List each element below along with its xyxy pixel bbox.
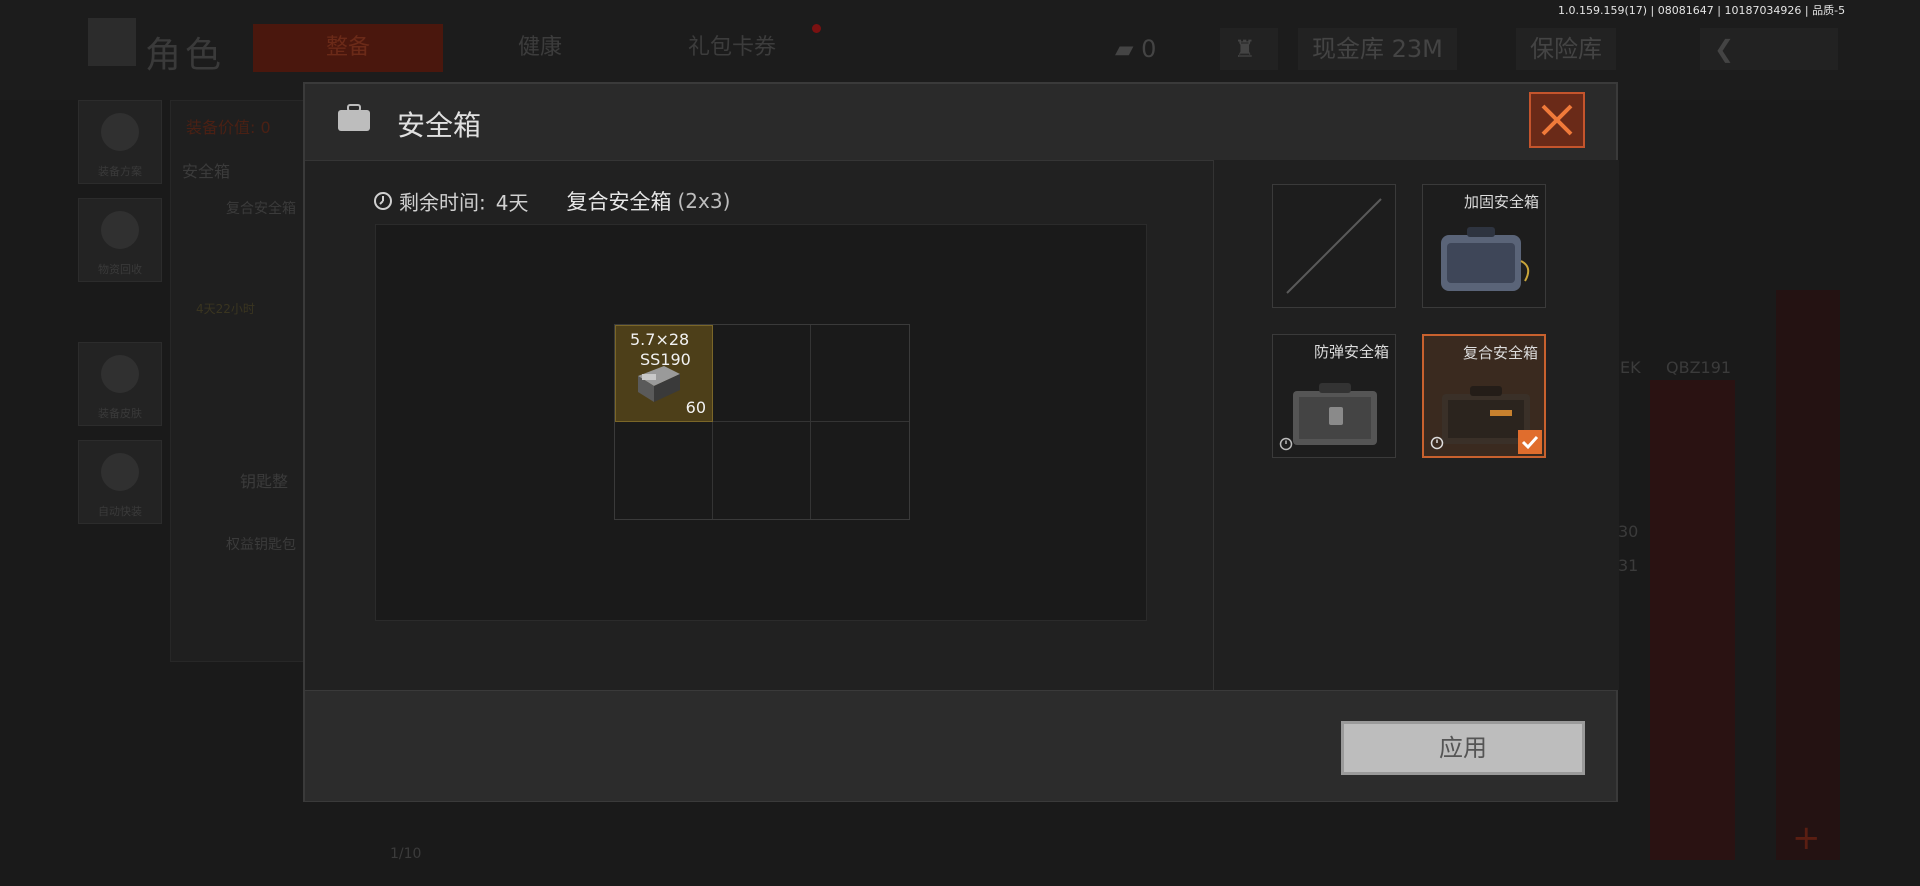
shop-icon[interactable]: ♜ xyxy=(1220,28,1278,70)
ammo-count: 60 xyxy=(685,398,706,417)
key-section-label: 钥匙整 xyxy=(240,472,289,491)
currency-display: ▰ 0 xyxy=(1115,28,1156,70)
equip-skin-button[interactable]: 装备皮肤 xyxy=(78,342,162,426)
grid-cell[interactable] xyxy=(713,325,811,422)
cash-store-button[interactable]: 现金库 23M xyxy=(1298,28,1457,70)
equip-plan-label: 装备方案 xyxy=(98,165,142,178)
side-scroll-panel xyxy=(1776,290,1840,860)
equip-value-label: 装备价值: 0 xyxy=(186,118,271,137)
safebox-slot-bulletproof[interactable]: 防弹安全箱 xyxy=(1272,334,1396,458)
ammo-item[interactable]: 5.7×28 SS190 60 xyxy=(615,325,713,422)
safebox-item-name: 复合安全箱 xyxy=(226,201,296,217)
stat-value-1: 30 xyxy=(1618,522,1639,541)
case-size: (2x3) xyxy=(677,189,731,213)
reinforced-case-icon xyxy=(1441,227,1530,291)
currency-count: 0 xyxy=(1141,35,1157,63)
reinforced-case-label: 加固安全箱 xyxy=(1463,193,1539,211)
timer-icon xyxy=(1430,436,1444,450)
safebox-modal: 安全箱 剩余时间: 4天 复合安全箱 (2x3) 5.7×28 SS190 60… xyxy=(303,82,1619,802)
auto-equip-button[interactable]: 自动快装 xyxy=(78,440,162,524)
add-icon[interactable]: + xyxy=(1792,818,1821,858)
equip-plan-button[interactable]: 装备方案 xyxy=(78,100,162,184)
storage-grid: 5.7×28 SS190 60 xyxy=(614,324,910,520)
modal-header: 安全箱 xyxy=(305,84,1616,161)
screen-title: 角色 xyxy=(145,35,226,76)
remaining-time-value: 4天 xyxy=(495,190,529,215)
tab-equip[interactable]: 整备 xyxy=(253,24,443,72)
safebox-slot-empty[interactable] xyxy=(1272,184,1396,308)
tab-health[interactable]: 健康 xyxy=(445,24,635,72)
weapon-ek: EK xyxy=(1620,358,1641,377)
remaining-time-label: 剩余时间: xyxy=(399,190,486,215)
auto-equip-label: 自动快装 xyxy=(98,505,142,518)
bulletproof-case-label: 防弹安全箱 xyxy=(1313,343,1389,361)
safebox-timer: 4天22小时 xyxy=(196,302,255,316)
empty-slot-icon xyxy=(1286,198,1382,294)
recycle-label: 物资回收 xyxy=(98,263,142,276)
safebox-slot-composite[interactable]: 复合安全箱 xyxy=(1422,334,1546,458)
equip-skin-label: 装备皮肤 xyxy=(98,407,142,420)
ammo-type: SS190 xyxy=(640,350,691,369)
weapon-panel xyxy=(1650,380,1735,860)
close-button[interactable] xyxy=(1529,92,1585,148)
ammo-name: 5.7×28 xyxy=(630,330,690,349)
close-icon xyxy=(1541,104,1573,136)
notification-dot xyxy=(812,24,821,33)
timer-icon xyxy=(1279,437,1293,451)
version-info: 1.0.159.159(17) | 08081647 | 10187034926… xyxy=(1558,4,1846,17)
safebox-info: 剩余时间: 4天 复合安全箱 (2x3) xyxy=(373,186,730,216)
ticket-icon: ▰ xyxy=(1115,35,1134,63)
modal-footer: 应用 xyxy=(305,690,1616,801)
back-arrow-icon: ❮ xyxy=(1714,35,1735,63)
character-icon xyxy=(88,18,136,66)
safebox-selection-panel: 加固安全箱 防弹安全箱 复合安全箱 xyxy=(1213,160,1619,690)
storage-area: 5.7×28 SS190 60 xyxy=(375,224,1147,621)
safebox-section-label: 安全箱 xyxy=(182,162,231,181)
clock-icon xyxy=(374,192,392,210)
safebox-slot-reinforced[interactable]: 加固安全箱 xyxy=(1422,184,1546,308)
key-item-name: 权益钥匙包 xyxy=(226,537,296,553)
case-name: 复合安全箱 xyxy=(566,190,672,214)
modal-title: 安全箱 xyxy=(397,109,482,142)
back-button[interactable]: ❮ xyxy=(1700,28,1838,70)
weapon-qbz191: QBZ191 xyxy=(1666,358,1732,377)
briefcase-icon xyxy=(338,104,370,131)
recycle-button[interactable]: 物资回收 xyxy=(78,198,162,282)
grid-cell[interactable] xyxy=(713,422,811,519)
vault-button[interactable]: 保险库 xyxy=(1516,28,1616,70)
equipment-panel xyxy=(170,100,322,662)
selected-check-icon xyxy=(1518,430,1542,454)
grid-cell[interactable] xyxy=(615,422,713,519)
bottom-count: 1/10 xyxy=(390,846,422,862)
composite-case-label: 复合安全箱 xyxy=(1462,344,1538,362)
grid-cell[interactable] xyxy=(811,325,909,422)
tab-gift-coupons[interactable]: 礼包卡券 xyxy=(637,24,827,72)
apply-button[interactable]: 应用 xyxy=(1341,721,1585,775)
grid-cell[interactable] xyxy=(811,422,909,519)
bulletproof-case-icon xyxy=(1293,383,1377,445)
stat-value-2: 31 xyxy=(1618,556,1639,575)
